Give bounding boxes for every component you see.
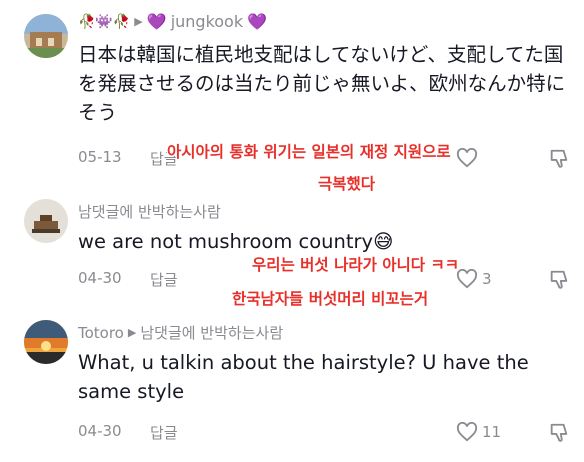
comment-2: 남댓글에 반박하는사람 we are not mushroom country😅… <box>0 195 584 308</box>
comment-date: 04-30 <box>78 269 122 287</box>
avatar[interactable] <box>24 199 68 243</box>
dislike-button[interactable] <box>548 269 570 295</box>
dislike-button[interactable] <box>548 422 570 448</box>
heart-outline-icon <box>456 422 478 442</box>
dislike-button[interactable] <box>548 148 570 174</box>
heart-outline-icon <box>456 269 478 289</box>
heart-outline-icon <box>456 148 478 168</box>
thumbs-down-icon <box>550 270 568 289</box>
like-button[interactable] <box>456 148 482 168</box>
username[interactable]: jungkook <box>171 12 243 31</box>
like-count: 3 <box>482 270 492 288</box>
comment-text: What, u talkin about the hairstyle? U ha… <box>78 351 529 403</box>
comment-meta: 🥀👾🥀 ▶ 💜 jungkook 💜 <box>78 12 267 31</box>
avatar[interactable] <box>24 320 68 364</box>
overlay-caption-2: 극복했다 <box>318 175 376 193</box>
thumbs-down-icon <box>550 149 568 168</box>
reply-button[interactable]: 답글 <box>150 422 178 443</box>
comment-date: 05-13 <box>78 148 122 166</box>
like-button[interactable]: 11 <box>456 422 501 442</box>
heart-emoji: 💜 <box>247 12 268 31</box>
comment-text: 日本は韓国に植民地支配はしてないけど、支配してた国を発展させるのは当たり前じゃ無… <box>78 43 566 124</box>
overlay-caption-1: 우리는 버섯 나라가 아니다 ㅋㅋ <box>252 256 459 274</box>
comment-meta: Totoro ▶ 남댓글에 반박하는사람 <box>78 322 283 343</box>
comment-meta: 남댓글에 반박하는사람 <box>78 201 221 222</box>
comment-3: Totoro ▶ 남댓글에 반박하는사람 What, u talkin abou… <box>0 318 584 462</box>
overlay-caption-1: 아시아의 통화 위기는 일본의 재정 지원으로 <box>167 143 451 161</box>
sweat-smile-emoji: 😅 <box>373 230 394 253</box>
comment-text: we are not mushroom country😅 <box>78 230 394 253</box>
heart-emoji: 💜 <box>146 12 167 31</box>
like-button[interactable]: 3 <box>456 269 492 289</box>
play-arrow-icon: ▶ <box>134 15 143 28</box>
username[interactable]: 남댓글에 반박하는사람 <box>78 201 221 222</box>
username-prefix-emoji: 🥀👾🥀 <box>78 13 131 30</box>
overlay-caption-2: 한국남자들 버섯머리 비꼬는거 <box>232 290 429 308</box>
thumbs-down-icon <box>550 423 568 442</box>
like-count: 11 <box>482 423 502 441</box>
reply-to-username[interactable]: 남댓글에 반박하는사람 <box>140 322 283 343</box>
comment-footer: 04-30 답글 11 <box>78 422 584 446</box>
username[interactable]: Totoro <box>78 324 124 342</box>
avatar[interactable] <box>24 14 68 58</box>
play-arrow-icon: ▶ <box>127 326 137 339</box>
comment-1: 🥀👾🥀 ▶ 💜 jungkook 💜 日本は韓国に植民地支配はしてないけど、支配… <box>0 0 584 193</box>
reply-button[interactable]: 답글 <box>150 269 178 290</box>
comment-date: 04-30 <box>78 422 122 440</box>
